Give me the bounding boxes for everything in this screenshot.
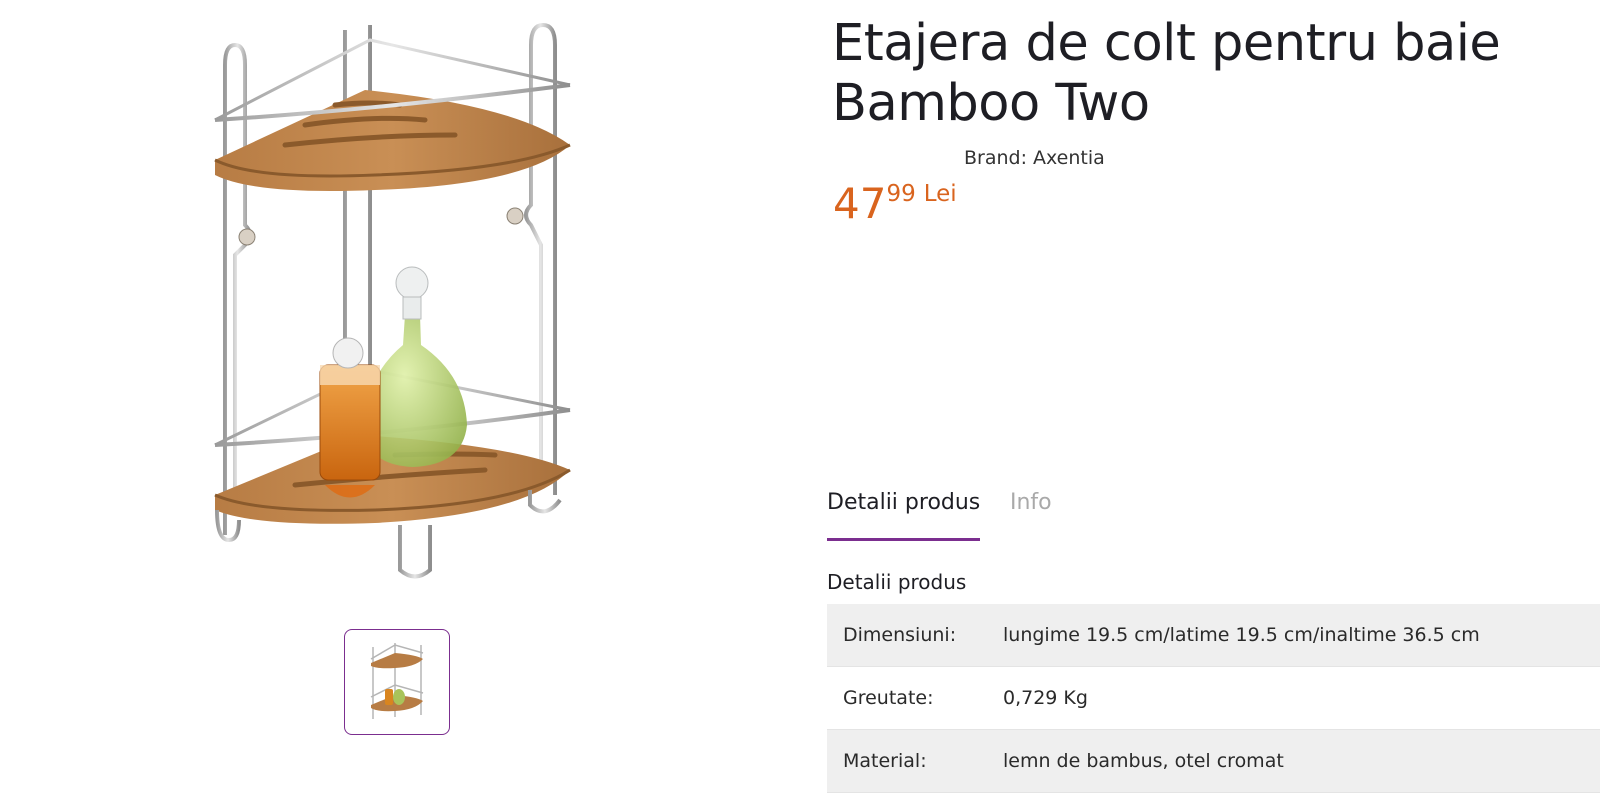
- brand-label: Brand:: [964, 147, 1027, 169]
- brand-line: Brand: Axentia: [964, 147, 1105, 169]
- price-currency: Lei: [923, 181, 957, 207]
- product-price: 4799 Lei: [833, 180, 957, 228]
- details-table: Dimensiuni: lungime 19.5 cm/latime 19.5 …: [827, 604, 1600, 793]
- price-decimals: 99: [886, 181, 916, 207]
- spec-key: Greutate:: [843, 687, 934, 709]
- table-row: Material: lemn de bambus, otel cromat: [827, 730, 1600, 793]
- product-image[interactable]: [195, 15, 595, 595]
- tab-detalii-produs[interactable]: Detalii produs: [827, 490, 981, 541]
- table-row: Dimensiuni: lungime 19.5 cm/latime 19.5 …: [827, 604, 1600, 667]
- spec-value: lemn de bambus, otel cromat: [1003, 750, 1284, 772]
- brand-link[interactable]: Axentia: [1033, 147, 1105, 169]
- thumbnail-0[interactable]: [344, 629, 450, 735]
- table-row: Greutate: 0,729 Kg: [827, 667, 1600, 730]
- price-integer: 47: [833, 179, 887, 228]
- spec-value: 0,729 Kg: [1003, 687, 1088, 709]
- tab-info[interactable]: Info: [1010, 490, 1052, 538]
- spec-value: lungime 19.5 cm/latime 19.5 cm/inaltime …: [1003, 624, 1480, 646]
- details-section-title: Detalii produs: [827, 570, 967, 594]
- product-title: Etajera de colt pentru baie Bamboo Two: [832, 14, 1501, 133]
- spec-key: Material:: [843, 750, 927, 772]
- shelf-thumbnail-icon: [370, 643, 424, 719]
- spec-key: Dimensiuni:: [843, 624, 957, 646]
- product-gallery: [0, 0, 790, 805]
